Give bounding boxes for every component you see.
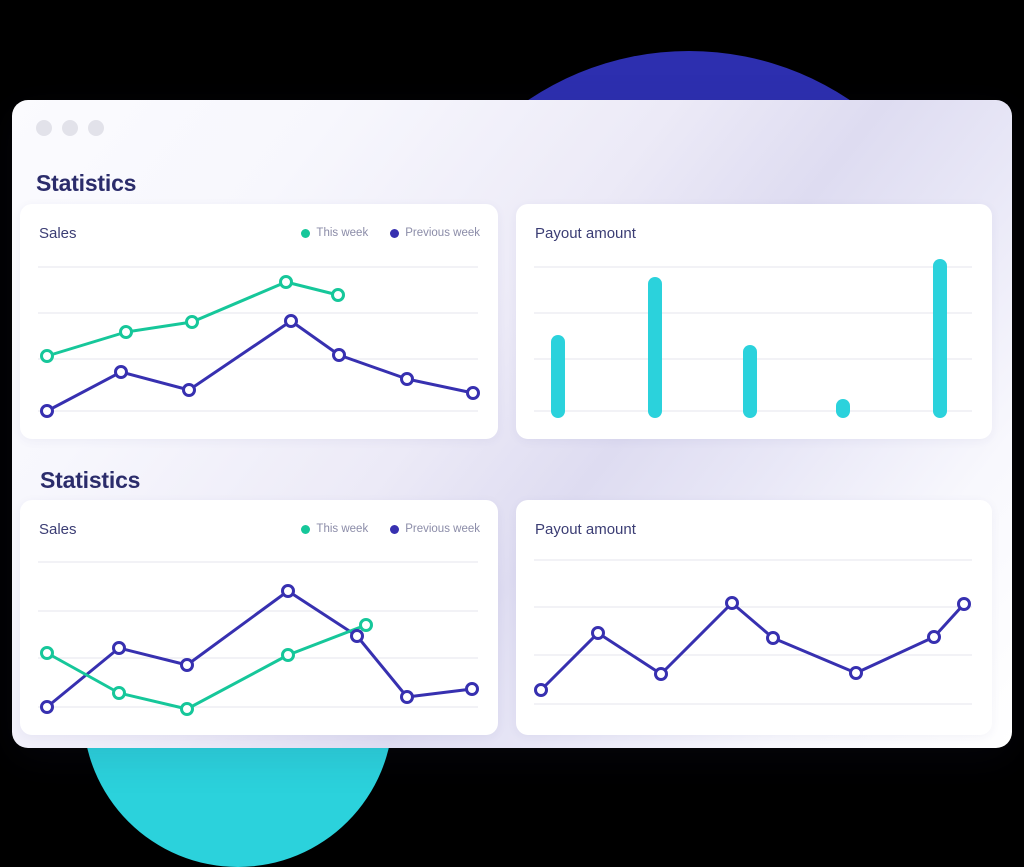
chart-plot-area-payout-top [516, 204, 992, 439]
card-payout-top: Payout amount [516, 204, 992, 439]
markers-payout [534, 596, 971, 697]
window-titlebar [12, 100, 1012, 156]
sales-bottom-svg [38, 561, 479, 716]
series-payout [539, 601, 966, 692]
series-previous-week [45, 319, 475, 413]
maximize-dot-icon[interactable] [88, 120, 104, 136]
section-title-statistics-1: Statistics [36, 170, 137, 196]
payout-top-svg [534, 259, 972, 418]
markers-previous-week [40, 314, 480, 418]
card-sales-top: Sales This week Previous week [20, 204, 498, 439]
chart-plot-area-payout-bottom [516, 500, 992, 735]
markers-previous-week [40, 584, 479, 714]
card-payout-bottom: Payout amount [516, 500, 992, 735]
sales-top-svg [38, 266, 480, 418]
close-dot-icon[interactable] [36, 120, 52, 136]
card-sales-bottom: Sales This week Previous week [20, 500, 498, 735]
payout-bottom-svg [534, 559, 972, 705]
bars [551, 259, 947, 418]
markers-this-week [40, 275, 345, 363]
chart-plot-area-sales-top [20, 204, 498, 439]
screenshot-stage: Statistics Sales This week Previous week [0, 0, 1024, 867]
section-title-statistics-2: Statistics [40, 467, 141, 493]
chart-plot-area-sales-bottom [20, 500, 498, 735]
minimize-dot-icon[interactable] [62, 120, 78, 136]
